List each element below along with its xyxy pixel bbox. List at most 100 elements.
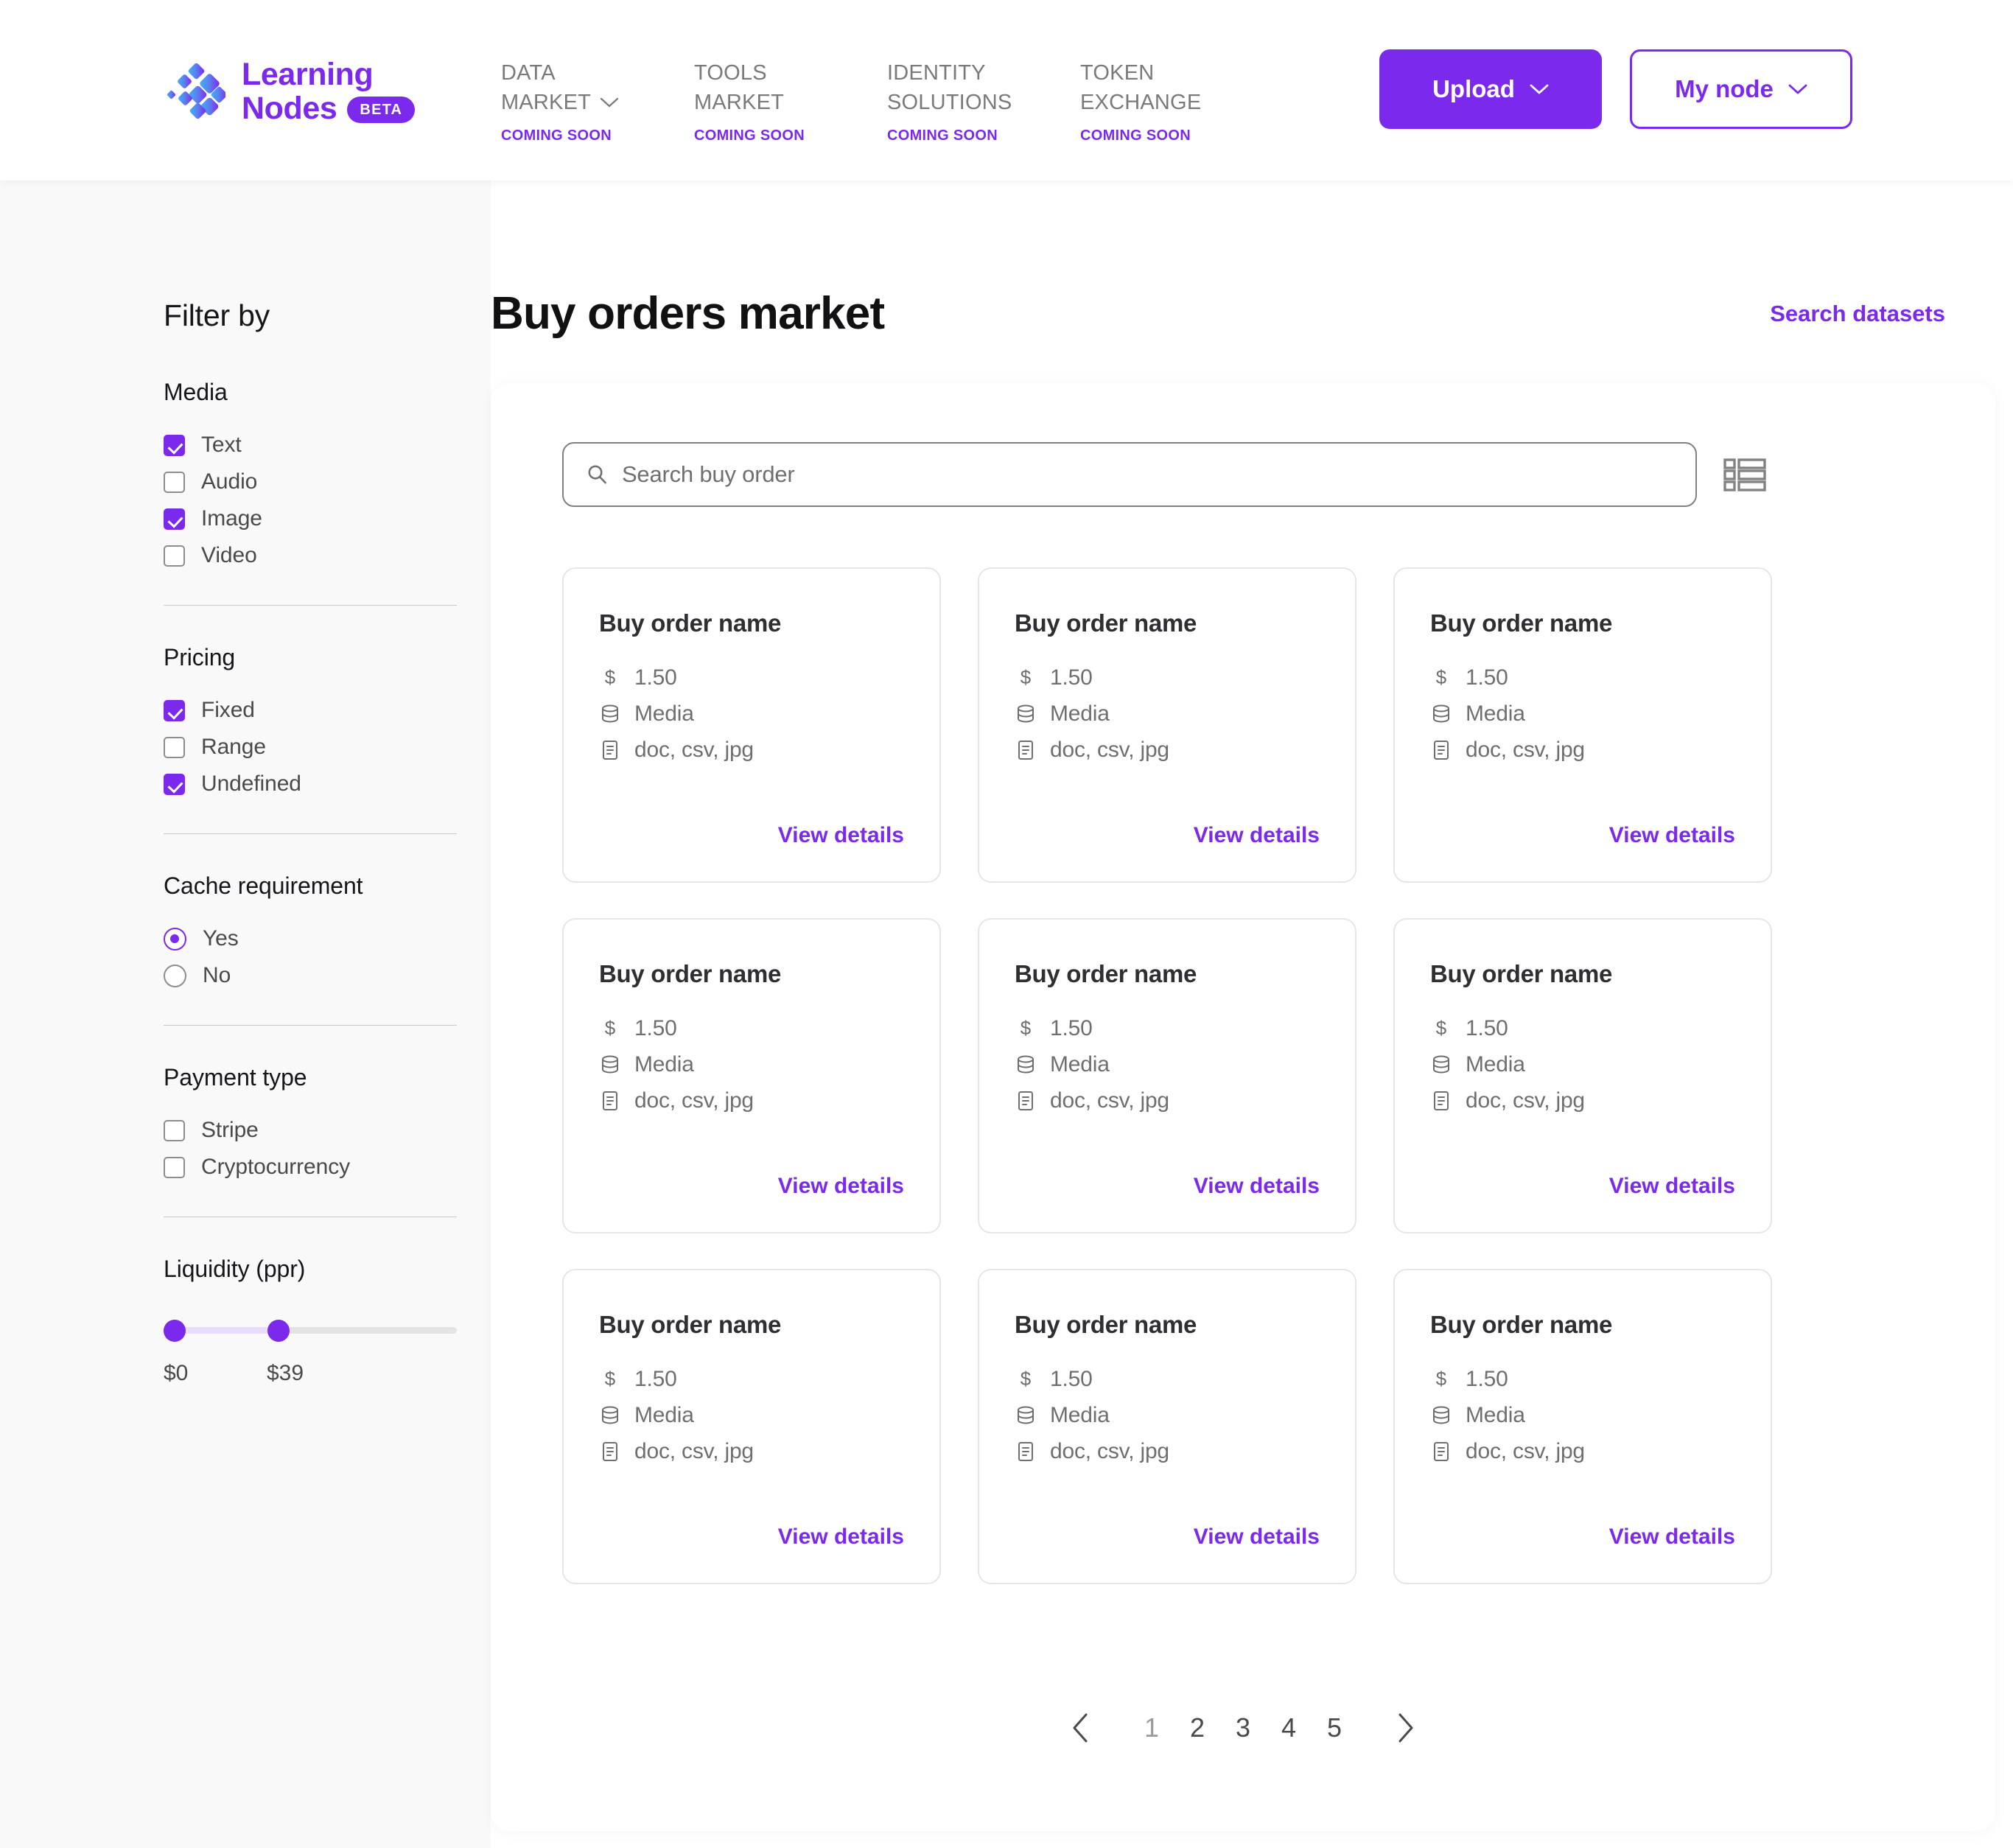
- filter-option-audio[interactable]: Audio: [164, 463, 458, 500]
- buy-order-card[interactable]: Buy order name$1.50Mediadoc, csv, jpgVie…: [978, 1269, 1356, 1584]
- buy-order-meta: $1.50 Media doc, csv, jpg: [1430, 1010, 1585, 1119]
- nav-sub-label: COMING SOON: [501, 127, 694, 144]
- checkbox-icon[interactable]: [164, 508, 185, 530]
- filter-option-fixed[interactable]: Fixed: [164, 692, 458, 729]
- filter-option-label: Yes: [203, 926, 239, 951]
- buy-order-card[interactable]: Buy order name$1.50Mediadoc, csv, jpgVie…: [1393, 918, 1772, 1233]
- view-details-link[interactable]: View details: [1194, 1525, 1320, 1550]
- chevron-down-icon: [1788, 84, 1807, 95]
- slider-handle-max[interactable]: [267, 1320, 290, 1342]
- buy-order-name: Buy order name: [1015, 1311, 1197, 1339]
- filter-option-label: Undefined: [201, 771, 301, 797]
- buy-order-media-row: Media: [1430, 1046, 1585, 1082]
- slider-selected-range: [172, 1327, 278, 1334]
- view-details-link[interactable]: View details: [778, 823, 904, 848]
- list-view-toggle-button[interactable]: [1719, 449, 1771, 500]
- filter-option-undefined[interactable]: Undefined: [164, 766, 458, 802]
- radio-icon[interactable]: [164, 965, 186, 987]
- brand-line-1: Learning: [242, 57, 415, 91]
- nav-item-tools-market[interactable]: TOOLS MARKET COMING SOON: [694, 59, 887, 144]
- buy-orders-panel: Buy order name $1.50 Media doc, csv, jpg Vie…: [491, 383, 1995, 1831]
- radio-icon[interactable]: [164, 928, 186, 951]
- filter-option-range[interactable]: Range: [164, 729, 458, 766]
- slider-handle-min[interactable]: [164, 1320, 186, 1342]
- pagination-page-4[interactable]: 4: [1266, 1704, 1312, 1751]
- view-details-link[interactable]: View details: [778, 1525, 904, 1550]
- filter-group-liquidity: Liquidity (ppr) $0 $39: [164, 1256, 458, 1393]
- buy-order-formats-row: doc, csv, jpg: [1015, 732, 1169, 768]
- nav-label-word1: TOOLS: [694, 59, 887, 88]
- sidebar-divider: [164, 1025, 457, 1026]
- buy-order-media: Media: [1466, 1403, 1525, 1428]
- buy-order-formats-row: doc, csv, jpg: [599, 1082, 754, 1119]
- my-node-button[interactable]: My node: [1630, 49, 1852, 129]
- pagination-next-button[interactable]: [1379, 1704, 1431, 1751]
- brand-logo[interactable]: Learning Nodes BETA: [164, 57, 415, 125]
- buy-order-card[interactable]: Buy order name$1.50Mediadoc, csv, jpgVie…: [978, 567, 1356, 883]
- view-details-link[interactable]: View details: [1609, 1525, 1735, 1550]
- buy-order-card[interactable]: Buy order name$1.50Mediadoc, csv, jpgVie…: [562, 918, 941, 1233]
- checkbox-icon[interactable]: [164, 774, 185, 795]
- checkbox-icon[interactable]: [164, 545, 185, 567]
- filter-option-video[interactable]: Video: [164, 537, 458, 574]
- svg-text:$: $: [1436, 667, 1447, 688]
- nav-item-token-exchange[interactable]: TOKEN EXCHANGE COMING SOON: [1080, 59, 1273, 144]
- buy-order-meta: $1.50Mediadoc, csv, jpg: [599, 659, 754, 768]
- buy-order-card[interactable]: Buy order name$1.50Mediadoc, csv, jpgVie…: [562, 1269, 941, 1584]
- liquidity-range-slider[interactable]: [164, 1314, 457, 1346]
- pagination-page-2[interactable]: 2: [1174, 1704, 1220, 1751]
- checkbox-icon[interactable]: [164, 1157, 185, 1178]
- checkbox-icon[interactable]: [164, 1120, 185, 1141]
- pagination-page-1[interactable]: 1: [1129, 1704, 1174, 1751]
- buy-order-media-row: Media: [1430, 696, 1585, 732]
- buy-order-media: Media: [1050, 701, 1110, 727]
- database-icon: [599, 1054, 621, 1076]
- filter-option-cache-no[interactable]: No: [164, 957, 458, 994]
- search-buy-order-box[interactable]: [562, 442, 1697, 507]
- filter-option-stripe[interactable]: Stripe: [164, 1112, 458, 1149]
- checkbox-icon[interactable]: [164, 472, 185, 493]
- view-details-link[interactable]: View details: [1609, 823, 1735, 848]
- buy-order-price: 1.50: [634, 1016, 677, 1041]
- checkbox-icon[interactable]: [164, 435, 185, 456]
- pagination-page-5[interactable]: 5: [1312, 1704, 1357, 1751]
- filter-option-label: Stripe: [201, 1118, 259, 1143]
- buy-order-card[interactable]: Buy order name$1.50Mediadoc, csv, jpgVie…: [978, 918, 1356, 1233]
- database-icon: [1430, 703, 1452, 725]
- search-input[interactable]: [622, 461, 1673, 488]
- upload-button-label: Upload: [1432, 75, 1515, 103]
- buy-order-price: 1.50: [1466, 1016, 1508, 1041]
- checkbox-icon[interactable]: [164, 737, 185, 758]
- brand-line-2: Nodes: [242, 91, 337, 125]
- view-details-link[interactable]: View details: [1609, 1174, 1735, 1199]
- filter-option-image[interactable]: Image: [164, 500, 458, 537]
- buy-order-formats: doc, csv, jpg: [1466, 1088, 1585, 1113]
- view-details-link[interactable]: View details: [1194, 823, 1320, 848]
- nav-label-word2: EXCHANGE: [1080, 88, 1201, 118]
- app-header: Learning Nodes BETA DATA MARKET COMING S…: [0, 0, 2013, 181]
- filter-option-cryptocurrency[interactable]: Cryptocurrency: [164, 1149, 458, 1186]
- buy-order-media: Media: [1050, 1403, 1110, 1428]
- buy-order-meta: $1.50Mediadoc, csv, jpg: [1015, 659, 1169, 768]
- nav-label-word1: TOKEN: [1080, 59, 1273, 88]
- checkbox-icon[interactable]: [164, 700, 185, 721]
- view-details-link[interactable]: View details: [1194, 1174, 1320, 1199]
- filter-option-cache-yes[interactable]: Yes: [164, 920, 458, 957]
- filter-option-text[interactable]: Text: [164, 427, 458, 463]
- dollar-icon: $: [1430, 1018, 1452, 1040]
- chevron-left-icon: [1068, 1712, 1093, 1744]
- search-datasets-link[interactable]: Search datasets: [1770, 301, 1945, 327]
- buy-order-card[interactable]: Buy order name$1.50Mediadoc, csv, jpgVie…: [1393, 1269, 1772, 1584]
- upload-button[interactable]: Upload: [1379, 49, 1602, 129]
- chevron-right-icon: [1393, 1712, 1418, 1744]
- buy-order-card[interactable]: Buy order name$1.50Mediadoc, csv, jpgVie…: [562, 567, 941, 883]
- pagination-prev-button[interactable]: [1055, 1704, 1107, 1751]
- dollar-icon: $: [1015, 1368, 1037, 1390]
- view-details-link[interactable]: View details: [778, 1174, 904, 1199]
- file-document-icon: [1015, 739, 1037, 761]
- nav-item-identity-solutions[interactable]: IDENTITY SOLUTIONS COMING SOON: [887, 59, 1080, 144]
- buy-order-card[interactable]: Buy order name$1.50Mediadoc, csv, jpgVie…: [1393, 567, 1772, 883]
- pagination-page-3[interactable]: 3: [1220, 1704, 1266, 1751]
- svg-text:$: $: [1436, 1368, 1447, 1390]
- nav-item-data-market[interactable]: DATA MARKET COMING SOON: [501, 59, 694, 144]
